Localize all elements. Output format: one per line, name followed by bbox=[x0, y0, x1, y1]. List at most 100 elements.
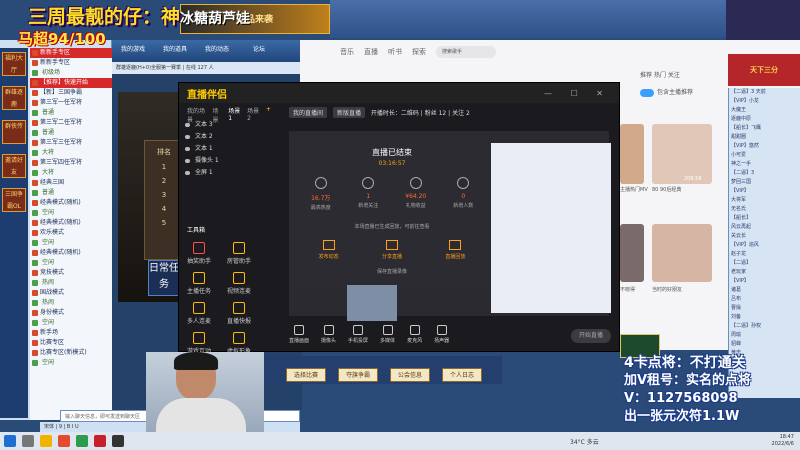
start-icon[interactable] bbox=[4, 435, 16, 447]
tool-button[interactable]: 房管助手 bbox=[219, 239, 259, 269]
chat-user-item[interactable]: 周瑜 bbox=[729, 331, 800, 340]
room-list-item[interactable]: 第三军四任军将 bbox=[30, 158, 112, 168]
tab-my-games[interactable]: 我的游戏 bbox=[112, 40, 154, 60]
chat-user-item[interactable]: 大魔王 bbox=[729, 106, 800, 115]
room-list-item[interactable]: 竞技模式 bbox=[30, 268, 112, 278]
tab-forum[interactable]: 论坛 bbox=[238, 40, 280, 60]
chat-user-item[interactable]: 【VIP】 bbox=[729, 187, 800, 196]
chat-user-item[interactable]: 【VIP】小龙 bbox=[729, 97, 800, 106]
chat-user-item[interactable]: 【船长】飞鹰 bbox=[729, 124, 800, 133]
clock[interactable]: 18:47 2022/6/6 bbox=[772, 434, 800, 448]
game-icon[interactable] bbox=[94, 435, 106, 447]
room-list-item[interactable]: 比赛专区 bbox=[30, 338, 112, 348]
replay-button[interactable]: 直播回放 bbox=[445, 240, 465, 260]
browser-icon[interactable] bbox=[58, 435, 70, 447]
control-bar-item[interactable]: 摄像头 bbox=[321, 323, 336, 349]
daily-task-button[interactable]: 日常任务 bbox=[148, 260, 180, 296]
rail-item-battle[interactable]: 群雄逐鹿 bbox=[2, 86, 26, 110]
add-scene-button[interactable]: + bbox=[266, 106, 271, 114]
chat-user-item[interactable]: 刘备 bbox=[729, 313, 800, 322]
room-list-item[interactable]: 普通 bbox=[30, 128, 112, 138]
music-tab-explore[interactable]: 探索 bbox=[412, 47, 426, 57]
video-thumbnail[interactable] bbox=[620, 124, 644, 184]
tab-scene-1[interactable]: 场景1 bbox=[228, 106, 241, 122]
chat-user-item[interactable]: 梦回三国 bbox=[729, 178, 800, 187]
chat-user-item[interactable]: 无名氏 bbox=[729, 205, 800, 214]
chat-user-item[interactable]: 小可爱 bbox=[729, 151, 800, 160]
tool-button[interactable]: 直播快报 bbox=[219, 299, 259, 329]
app-icon[interactable] bbox=[76, 435, 88, 447]
room-list-item[interactable]: 经典模式(随机) bbox=[30, 198, 112, 208]
room-list-item[interactable]: 空闲 bbox=[30, 318, 112, 328]
room-chip[interactable]: 我的直播间 bbox=[289, 107, 328, 118]
room-list-item[interactable]: 经典模式(随机) bbox=[30, 248, 112, 258]
chat-user-item[interactable]: 赵子龙 bbox=[729, 250, 800, 259]
music-tab-live[interactable]: 直播 bbox=[364, 47, 378, 57]
room-list-item[interactable]: 初级场 bbox=[30, 68, 112, 78]
chat-user-item[interactable]: 大将军 bbox=[729, 196, 800, 205]
room-list-item[interactable]: 新新手专区 bbox=[30, 48, 112, 58]
tab-scene[interactable]: 场景 bbox=[213, 106, 223, 124]
chat-user-item[interactable]: 曹操 bbox=[729, 304, 800, 313]
tab-my-items[interactable]: 我的道具 bbox=[154, 40, 196, 60]
chat-user-item[interactable]: 诸葛 bbox=[729, 286, 800, 295]
chat-user-item[interactable]: 关云长 bbox=[729, 232, 800, 241]
control-bar-item[interactable]: 手机投屏 bbox=[348, 323, 368, 349]
room-list-item[interactable]: 新手场 bbox=[30, 328, 112, 338]
select-match-button[interactable]: 选择比赛 bbox=[286, 368, 326, 382]
chat-user-item[interactable]: 【二逼】 bbox=[729, 259, 800, 268]
music-tab-books[interactable]: 听书 bbox=[388, 47, 402, 57]
chat-user-item[interactable]: 貂蝉 bbox=[729, 340, 800, 349]
source-item[interactable]: 文本 1 bbox=[179, 143, 279, 155]
room-list-item[interactable]: 国战模式 bbox=[30, 288, 112, 298]
chat-user-item[interactable]: 神之一手 bbox=[729, 160, 800, 169]
chat-user-item[interactable]: 吕布 bbox=[729, 295, 800, 304]
chat-user-item[interactable]: 【VIP】追风 bbox=[729, 241, 800, 250]
video-thumbnail[interactable] bbox=[652, 224, 712, 282]
source-item[interactable]: 文本 2 bbox=[179, 131, 279, 143]
chat-user-item[interactable]: 【二逼】3 天前 bbox=[729, 88, 800, 97]
chat-user-item[interactable]: 【VIP】 bbox=[729, 277, 800, 286]
room-list-item[interactable]: 【推荐】快速开始 bbox=[30, 78, 112, 88]
room-list-item[interactable]: 经典模式(随机) bbox=[30, 218, 112, 228]
room-list-item[interactable]: 经典三国 bbox=[30, 178, 112, 188]
room-list-item[interactable]: 第三军二任军将 bbox=[30, 118, 112, 128]
stream-icon[interactable] bbox=[112, 435, 124, 447]
room-list-item[interactable]: 欢乐模式 bbox=[30, 228, 112, 238]
rail-item-heroes[interactable]: 群侠传 bbox=[2, 120, 26, 144]
room-list-item[interactable]: 【新】三国争霸 bbox=[30, 88, 112, 98]
room-list-item[interactable]: 热闹 bbox=[30, 278, 112, 288]
room-list-item[interactable]: 空闲 bbox=[30, 208, 112, 218]
mode-chip[interactable]: 新版直播 bbox=[332, 107, 365, 118]
control-bar-item[interactable]: 直播画面 bbox=[289, 323, 309, 349]
publish-feed-button[interactable]: 发布动态 bbox=[319, 240, 339, 260]
tab-my-scene[interactable]: 我的场景 bbox=[187, 106, 207, 124]
side-tab-recommend[interactable]: 推荐 bbox=[640, 72, 652, 79]
room-list-item[interactable]: 空闲 bbox=[30, 238, 112, 248]
tab-my-feed[interactable]: 我的动态 bbox=[196, 40, 238, 60]
guild-info-button[interactable]: 公会信息 bbox=[390, 368, 430, 382]
toggle-switch[interactable] bbox=[640, 88, 654, 97]
rail-item-welfare[interactable]: 福利大厅 bbox=[2, 52, 26, 76]
flag-battle-button[interactable]: 夺旗争霸 bbox=[338, 368, 378, 382]
room-list-item[interactable]: 比赛专区(新模式) bbox=[30, 348, 112, 358]
room-list-item[interactable]: 新新手专区 bbox=[30, 58, 112, 68]
save-recording-option[interactable]: 保存直播录像 bbox=[297, 268, 487, 275]
room-list-item[interactable]: 空闲 bbox=[30, 358, 112, 368]
start-stream-button[interactable]: 开始直播 bbox=[571, 329, 611, 343]
chat-user-item[interactable]: 逐鹿中原 bbox=[729, 115, 800, 124]
chat-user-item[interactable]: 【VIP】悠然 bbox=[729, 142, 800, 151]
side-tab-hot[interactable]: 热门 bbox=[654, 72, 666, 79]
tool-button[interactable]: 主播任务 bbox=[179, 269, 219, 299]
room-list-item[interactable]: 身份模式 bbox=[30, 308, 112, 318]
rail-item-sanguo[interactable]: 三国争霸OL bbox=[2, 188, 26, 212]
room-list-item[interactable]: 热闹 bbox=[30, 298, 112, 308]
control-bar-item[interactable]: 多媒体 bbox=[380, 323, 395, 349]
chat-user-item[interactable]: 【二逼】3 bbox=[729, 169, 800, 178]
room-list-item[interactable]: 大将 bbox=[30, 148, 112, 158]
chat-user-item[interactable]: 【二逼】孙权 bbox=[729, 322, 800, 331]
chat-user-item[interactable]: 【船长】 bbox=[729, 214, 800, 223]
folder-icon[interactable] bbox=[40, 435, 52, 447]
weather-status[interactable]: 34°C 多云 bbox=[570, 437, 599, 446]
tab-scene-2[interactable]: 场景2 bbox=[247, 106, 260, 122]
